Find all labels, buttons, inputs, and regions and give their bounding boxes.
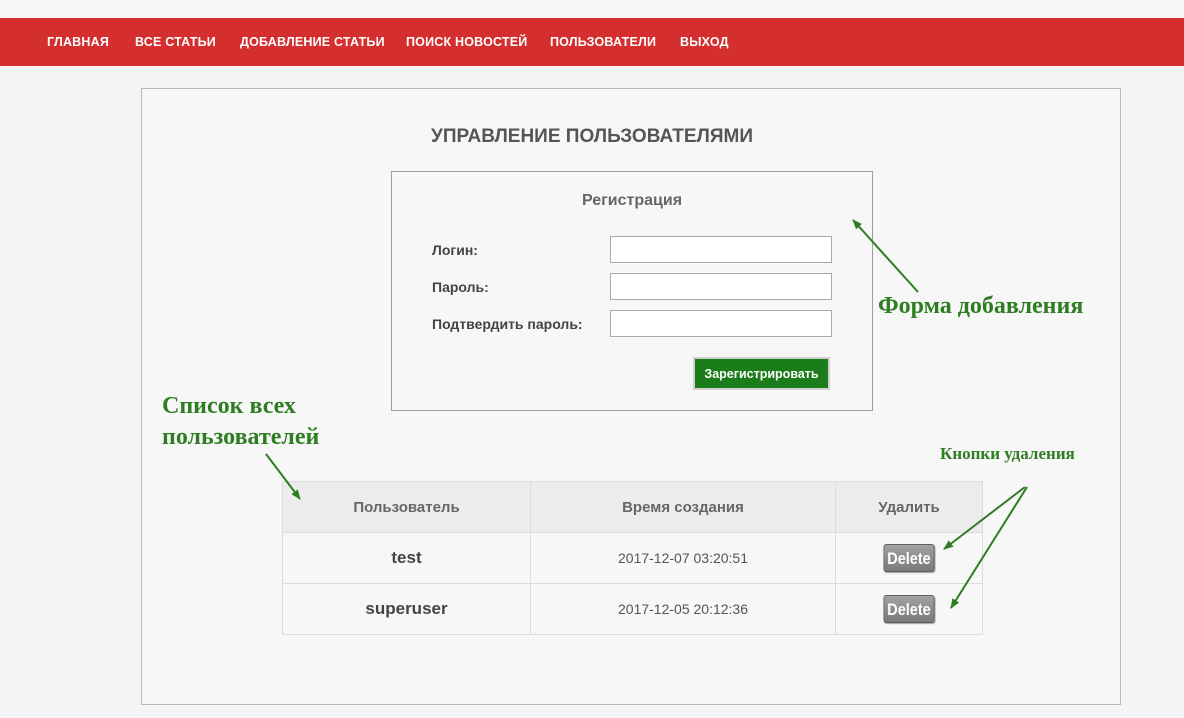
arrow-to-form (852, 219, 919, 293)
arrow-to-delete-1 (943, 486, 1026, 550)
annotation-arrows (265, 219, 1028, 609)
arrow-to-delete-2 (950, 486, 1028, 609)
arrow-to-list (265, 453, 301, 500)
